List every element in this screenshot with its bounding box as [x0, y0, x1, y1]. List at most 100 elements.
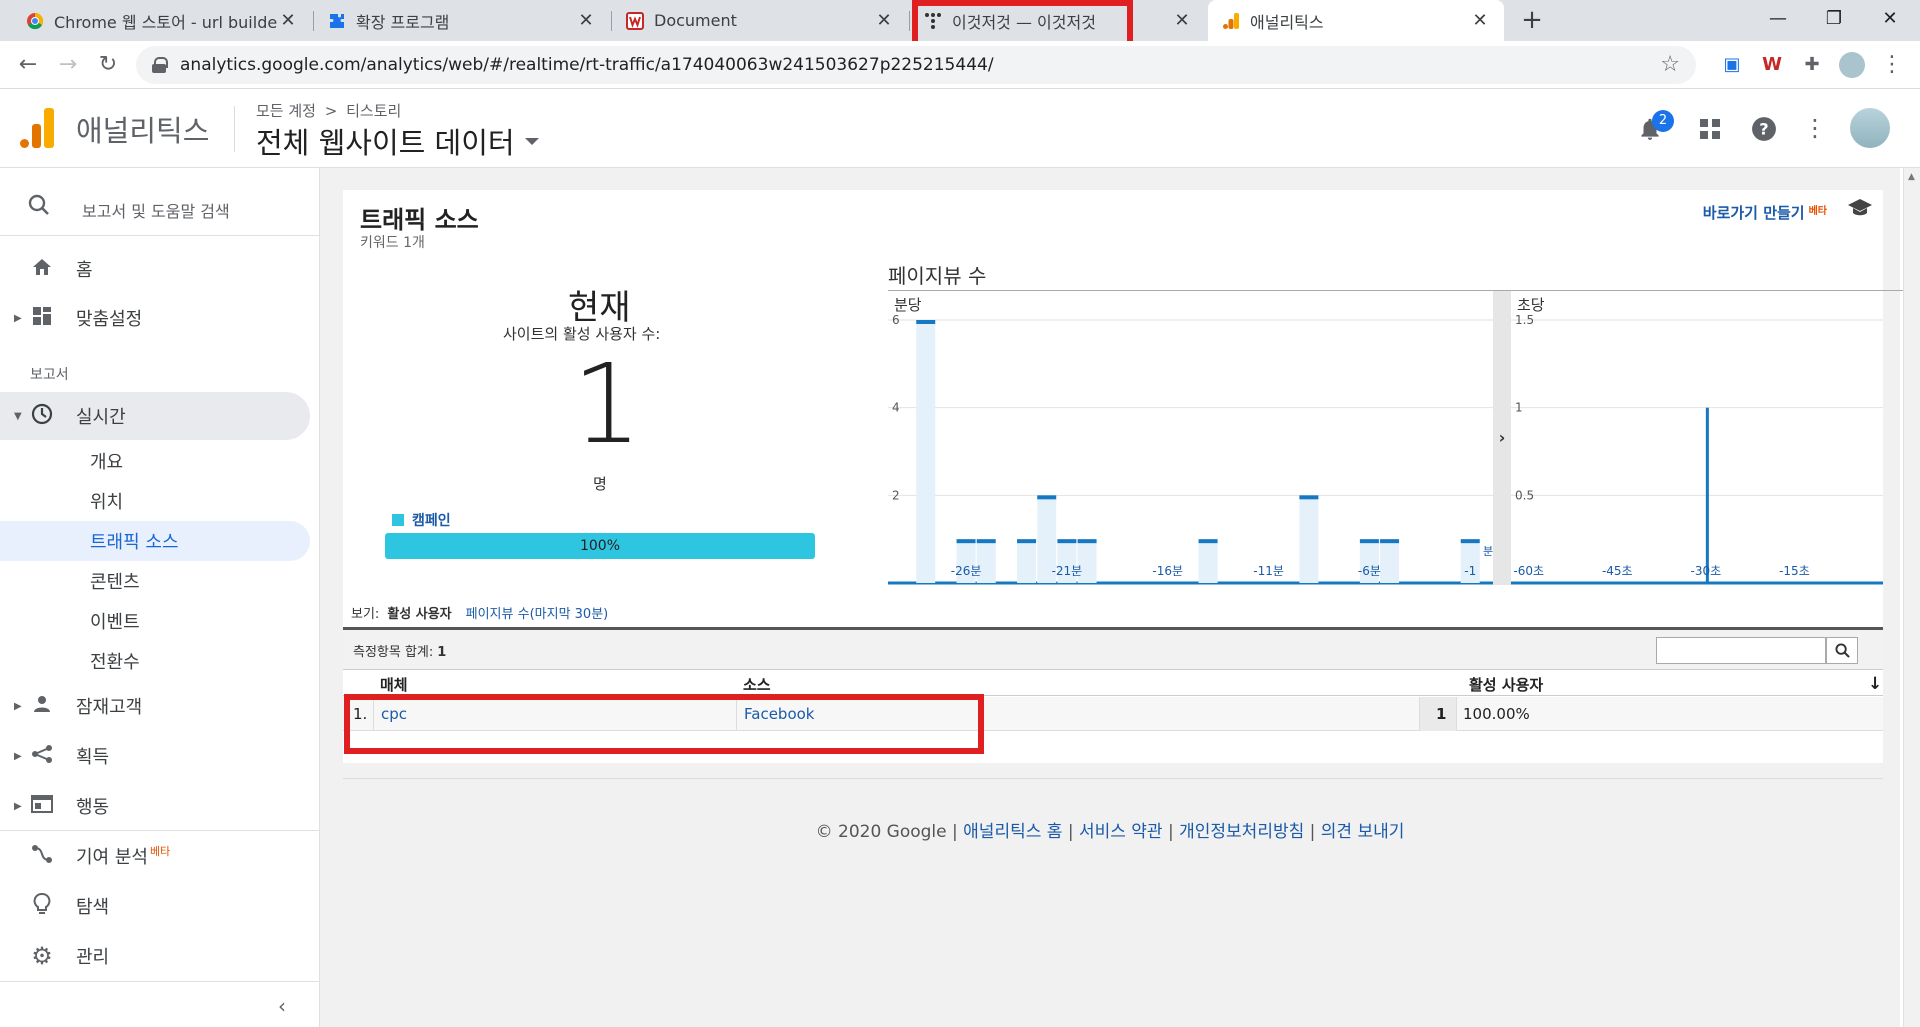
- source-link[interactable]: Facebook: [744, 697, 814, 731]
- table-search-input[interactable]: [1656, 637, 1826, 664]
- maximize-icon[interactable]: ❐: [1806, 0, 1862, 41]
- sidebar-item-realtime[interactable]: ▼ 실시간: [0, 392, 310, 440]
- sidebar-subitem-label: 이벤트: [90, 612, 140, 633]
- view-active-users-tab[interactable]: 활성 사용자: [387, 603, 452, 634]
- medium-link[interactable]: cpc: [381, 697, 407, 731]
- forward-icon[interactable]: →: [52, 49, 84, 81]
- sidebar-item-custom[interactable]: ▶ 맞춤설정: [0, 294, 310, 342]
- sidebar-item-acquisition[interactable]: ▶ 획득: [0, 732, 310, 780]
- sidebar-subitem-overview[interactable]: 개요: [0, 441, 310, 481]
- sort-down-arrow-icon[interactable]: ↓: [1868, 674, 1882, 694]
- view-selector[interactable]: 전체 웹사이트 데이터: [256, 120, 539, 162]
- extension-url-builder-icon[interactable]: ▣: [1718, 51, 1746, 79]
- column-header-medium[interactable]: 매체: [380, 674, 408, 695]
- metric-total-row: 측정항목 합계: 1: [343, 630, 1883, 670]
- expand-arrow-icon[interactable]: ▶: [14, 313, 22, 324]
- sidebar-subitem-conversions[interactable]: 전환수: [0, 641, 310, 681]
- view-pageviews-tab[interactable]: 페이지뷰 수(마지막 30분): [466, 603, 609, 622]
- close-icon[interactable]: ✕: [874, 10, 894, 31]
- breadcrumb-account: 모든 계정: [256, 102, 316, 120]
- x-tick-label: -15초: [1779, 564, 1810, 578]
- bookmark-star-icon[interactable]: ☆: [1660, 52, 1680, 77]
- minimize-icon[interactable]: —: [1750, 0, 1806, 41]
- campaign-legend: 캠페인: [392, 510, 451, 530]
- notification-count-badge: 2: [1652, 110, 1674, 132]
- row-index: 1.: [353, 705, 368, 723]
- footer-link-terms[interactable]: 서비스 약관: [1079, 822, 1163, 842]
- sidebar-item-behavior[interactable]: ▶ 행동: [0, 782, 310, 830]
- back-icon[interactable]: ←: [12, 49, 44, 81]
- sidebar-subitem-events[interactable]: 이벤트: [0, 601, 310, 641]
- clock-icon: [28, 403, 56, 430]
- avatar[interactable]: [1850, 108, 1890, 148]
- sidebar-subitem-content[interactable]: 콘텐츠: [0, 561, 310, 601]
- breadcrumb[interactable]: 모든 계정 > 티스토리: [256, 100, 401, 121]
- tab-extensions[interactable]: 확장 프로그램 ✕: [314, 0, 610, 41]
- app-name[interactable]: 애널리틱스: [76, 108, 209, 150]
- window-close-icon[interactable]: ✕: [1862, 0, 1918, 41]
- help-icon[interactable]: ?: [1744, 108, 1784, 148]
- tab-chrome-webstore[interactable]: Chrome 웹 스토어 - url builder ✕: [12, 0, 312, 41]
- analytics-logo-icon[interactable]: [20, 108, 54, 148]
- new-tab-button[interactable]: +: [1518, 6, 1546, 34]
- chart-expand-chevron-icon[interactable]: ›: [1493, 291, 1511, 585]
- close-icon[interactable]: ✕: [576, 10, 596, 31]
- puzzle-icon: [328, 12, 346, 30]
- close-icon[interactable]: ✕: [1470, 10, 1490, 31]
- browser-toolbar: ← → ↻ analytics.google.com/analytics/web…: [0, 41, 1920, 89]
- page-subtitle: 키워드 1개: [360, 235, 425, 251]
- extensions-puzzle-icon[interactable]: ✚: [1798, 51, 1826, 79]
- tab-tistory[interactable]: 이것저것 — 이것저것 ✕: [910, 0, 1206, 41]
- bar: [1359, 539, 1379, 544]
- search-input[interactable]: 보고서 및 도움말 검색: [82, 198, 230, 222]
- apps-grid-icon[interactable]: [1690, 108, 1730, 148]
- column-header-active-users[interactable]: 활성 사용자: [1469, 674, 1543, 695]
- sidebar-item-home[interactable]: 홈: [0, 245, 310, 293]
- expand-arrow-icon[interactable]: ▶: [14, 751, 22, 762]
- sidebar-item-discover[interactable]: 탐색: [0, 882, 310, 930]
- sidebar-item-text: 기여 분석: [76, 847, 148, 868]
- medium-cell: [373, 697, 736, 731]
- legend-label: 캠페인: [412, 513, 451, 529]
- y-tick-label: 2: [892, 488, 900, 502]
- expand-arrow-icon[interactable]: ▶: [14, 701, 22, 712]
- x-tick-label: -30초: [1691, 564, 1722, 578]
- mortarboard-icon[interactable]: [1847, 198, 1873, 224]
- sidebar-search[interactable]: 보고서 및 도움말 검색: [0, 186, 320, 236]
- sidebar-subitem-traffic-sources[interactable]: 트래픽 소스: [0, 521, 310, 561]
- tab-analytics[interactable]: 애널리틱스 ✕: [1208, 0, 1504, 41]
- sidebar-item-audience[interactable]: ▶ 잠재고객: [0, 682, 310, 730]
- report-panel: 트래픽 소스 키워드 1개 바로가기 만들기 베타 현재 사이트의 활성 사용자 …: [343, 190, 1908, 763]
- address-bar[interactable]: analytics.google.com/analytics/web/#/rea…: [136, 46, 1696, 84]
- metric-total-value: 1: [437, 645, 447, 660]
- chrome-menu-icon[interactable]: ⋮: [1878, 51, 1906, 79]
- close-icon[interactable]: ✕: [1172, 10, 1192, 31]
- footer-link-analytics-home[interactable]: 애널리틱스 홈: [963, 822, 1062, 842]
- beta-badge: 베타: [149, 845, 171, 858]
- bar-fill: [1299, 495, 1319, 583]
- sidebar-item-admin[interactable]: ⚙ 관리: [0, 932, 310, 980]
- expand-arrow-icon[interactable]: ▶: [14, 801, 22, 812]
- y-tick-label: 1: [1515, 401, 1523, 415]
- tab-title: Chrome 웹 스토어 - url builder: [54, 12, 278, 32]
- shortcut-label: 바로가기 만들기: [1702, 204, 1805, 222]
- sidebar-item-attribution[interactable]: 기여 분석 베타: [0, 832, 310, 880]
- campaign-percent-bar: 100%: [385, 533, 815, 559]
- bar: [956, 539, 976, 544]
- column-header-source[interactable]: 소스: [743, 674, 771, 695]
- collapse-sidebar-chevron-icon[interactable]: ‹: [278, 994, 286, 1018]
- footer-link-feedback[interactable]: 의견 보내기: [1321, 822, 1405, 842]
- create-shortcut-link[interactable]: 바로가기 만들기 베타: [1703, 202, 1827, 223]
- collapse-arrow-icon[interactable]: ▼: [14, 411, 22, 422]
- extension-w-icon[interactable]: W: [1758, 51, 1786, 79]
- reload-icon[interactable]: ↻: [92, 49, 124, 81]
- footer-link-privacy[interactable]: 개인정보처리방침: [1179, 822, 1304, 842]
- sidebar-item-label: 획득: [76, 747, 110, 768]
- profile-avatar-icon[interactable]: [1838, 51, 1866, 79]
- more-vert-icon[interactable]: ⋮: [1795, 108, 1835, 148]
- table-search-button[interactable]: [1826, 637, 1858, 664]
- tab-document[interactable]: Document ✕: [612, 0, 908, 41]
- close-icon[interactable]: ✕: [278, 10, 298, 31]
- page-scrollbar[interactable]: ▲: [1903, 168, 1920, 1027]
- sidebar-subitem-locations[interactable]: 위치: [0, 481, 310, 521]
